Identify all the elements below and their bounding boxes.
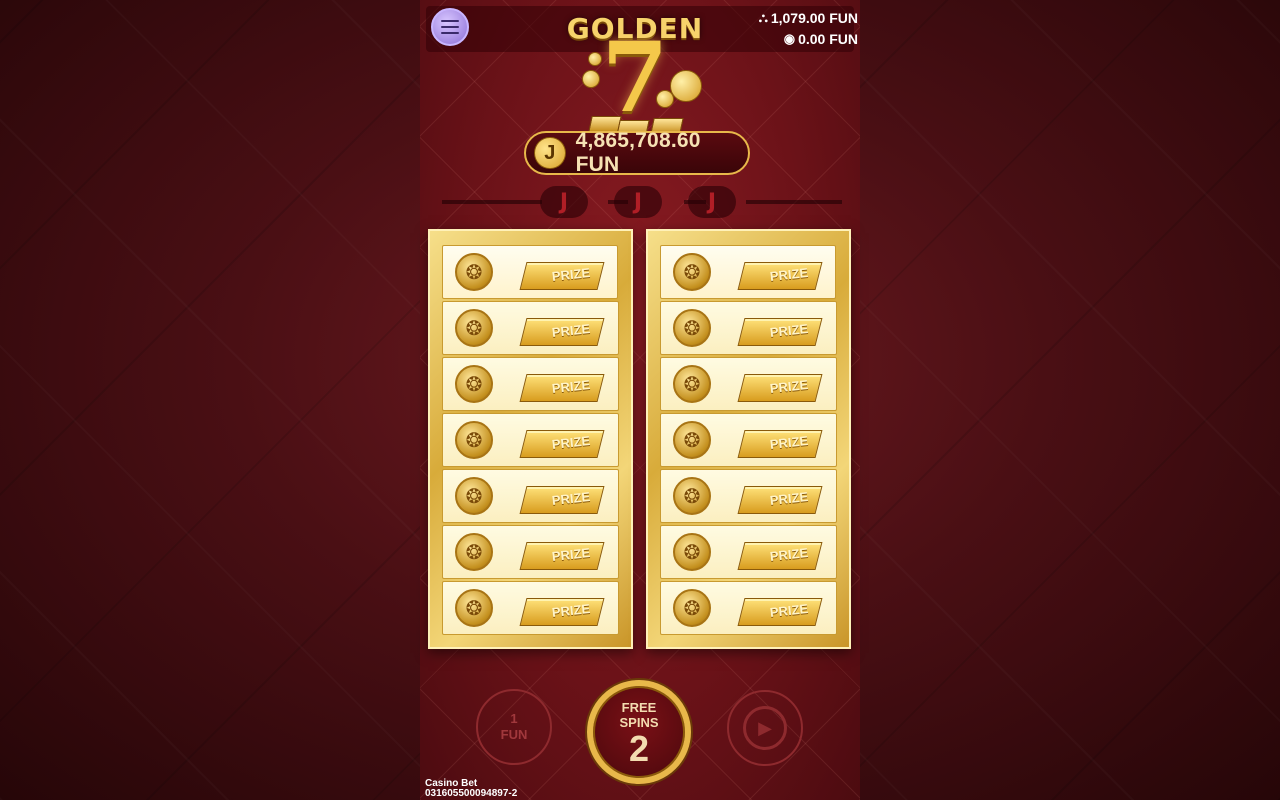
gold-bar-icon: PRIZE <box>735 370 823 402</box>
hamburger-menu-icon <box>441 20 459 22</box>
gold-bar-icon: PRIZE <box>517 426 605 458</box>
gold-bar-icon: PRIZE <box>517 258 605 290</box>
prize-tile[interactable]: ❂ PRIZE <box>660 581 837 635</box>
gold-bar-icon: PRIZE <box>517 370 605 402</box>
lion-medallion-icon: ❂ <box>673 365 711 403</box>
gold-bar-icon: PRIZE <box>735 482 823 514</box>
balance-value: 1,079.00 FUN <box>770 10 858 26</box>
coin-icon <box>656 90 674 108</box>
autoplay-icon: ▶ <box>743 706 787 750</box>
jackpot-collector: J J J <box>420 186 860 220</box>
prize-column-right: ❂ PRIZE ❂ PRIZE ❂ PRIZE ❂ PRIZE ❂ PRIZE ❂ PRIZE ❂ PRI… <box>646 229 851 649</box>
game-logo: GOLDEN 7 <box>560 8 710 138</box>
bonus-balance-display: ◉ 0.00 FUN <box>784 31 858 47</box>
gold-bar-icon: PRIZE <box>735 594 823 626</box>
gold-bar-icon: PRIZE <box>517 482 605 514</box>
bonus-balance-value: 0.00 FUN <box>798 31 858 47</box>
gold-bar-icon: PRIZE <box>517 538 605 570</box>
free-spins-button[interactable]: FREE SPINS 2 <box>587 680 691 784</box>
prize-column-tiles: ❂ PRIZE ❂ PRIZE ❂ PRIZE ❂ PRIZE ❂ PRIZE ❂ PRIZE ❂ PRI… <box>660 243 837 635</box>
prize-tile[interactable]: ❂ PRIZE <box>442 525 619 579</box>
lion-medallion-icon: ❂ <box>455 253 493 291</box>
lion-medallion-icon: ❂ <box>455 309 493 347</box>
lion-medallion-icon: ❂ <box>455 365 493 403</box>
lion-medallion-icon: ❂ <box>455 421 493 459</box>
prize-tile[interactable]: ❂ PRIZE <box>442 357 619 411</box>
footer-info: Casino Bet 031605500094897-2 <box>425 779 517 799</box>
bet-amount: 1 <box>510 711 518 726</box>
prize-tile[interactable]: ❂ PRIZE <box>660 525 837 579</box>
prize-tile[interactable]: ❂ PRIZE <box>660 413 837 467</box>
lion-medallion-icon: ❂ <box>455 589 493 627</box>
lion-medallion-icon: ❂ <box>455 477 493 515</box>
gold-bar-icon: PRIZE <box>517 594 605 626</box>
lion-medallion-icon: ❂ <box>673 533 711 571</box>
coin-stack-icon: ⛬ <box>758 10 768 25</box>
prize-column-left: ❂ PRIZE ❂ PRIZE ❂ PRIZE ❂ PRIZE ❂ PRIZE ❂ PRIZE ❂ PRI… <box>428 229 633 649</box>
lion-medallion-icon: ❂ <box>673 309 711 347</box>
coin-icon <box>582 70 600 88</box>
free-spins-count: 2 <box>628 728 650 769</box>
gold-bar-icon: PRIZE <box>735 258 823 290</box>
jackpot-icon: J <box>534 137 566 169</box>
free-spins-label-line1: FREE <box>621 700 657 715</box>
prize-tile[interactable]: ❂ PRIZE <box>442 581 619 635</box>
prize-tile[interactable]: ❂ PRIZE <box>660 357 837 411</box>
gold-bar-icon: PRIZE <box>735 314 823 346</box>
prize-tile[interactable]: ❂ PRIZE <box>660 301 837 355</box>
jackpot-display: J 4,865,708.60 FUN <box>524 129 750 176</box>
bonus-chips-icon: ◉ <box>783 31 796 46</box>
coin-icon <box>670 70 702 102</box>
prize-tile[interactable]: ❂ PRIZE <box>442 413 619 467</box>
jackpot-slot: J <box>540 186 588 218</box>
prize-tile[interactable]: ❂ PRIZE <box>442 301 619 355</box>
footer-id: 031605500094897-2 <box>425 788 518 799</box>
jackpot-amount: 4,865,708.60 FUN <box>575 129 701 176</box>
lion-medallion-icon: ❂ <box>673 253 711 291</box>
jackpot-slot: J <box>688 186 736 218</box>
lion-medallion-icon: ❂ <box>673 421 711 459</box>
menu-button[interactable] <box>431 8 469 46</box>
prize-tile[interactable]: ❂ PRIZE <box>442 245 618 299</box>
prize-tile[interactable]: ❂ PRIZE <box>660 245 836 299</box>
coin-icon <box>588 52 602 66</box>
lion-medallion-icon: ❂ <box>455 533 493 571</box>
prize-column-tiles: ❂ PRIZE ❂ PRIZE ❂ PRIZE ❂ PRIZE ❂ PRIZE ❂ PRIZE ❂ PRI… <box>442 243 619 635</box>
jackpot-slot: J <box>614 186 662 218</box>
bet-button[interactable]: 1 FUN <box>476 689 552 765</box>
lion-medallion-icon: ❂ <box>673 477 711 515</box>
lion-medallion-icon: ❂ <box>673 589 711 627</box>
prize-tile[interactable]: ❂ PRIZE <box>442 469 619 523</box>
prize-tile[interactable]: ❂ PRIZE <box>660 469 837 523</box>
balance-display: ⛬ 1,079.00 FUN <box>759 10 858 26</box>
bet-unit: FUN <box>500 727 528 742</box>
gold-bar-icon: PRIZE <box>735 538 823 570</box>
autoplay-button[interactable]: ▶ <box>727 690 803 766</box>
gold-bar-icon: PRIZE <box>517 314 605 346</box>
gold-bar-icon: PRIZE <box>735 426 823 458</box>
